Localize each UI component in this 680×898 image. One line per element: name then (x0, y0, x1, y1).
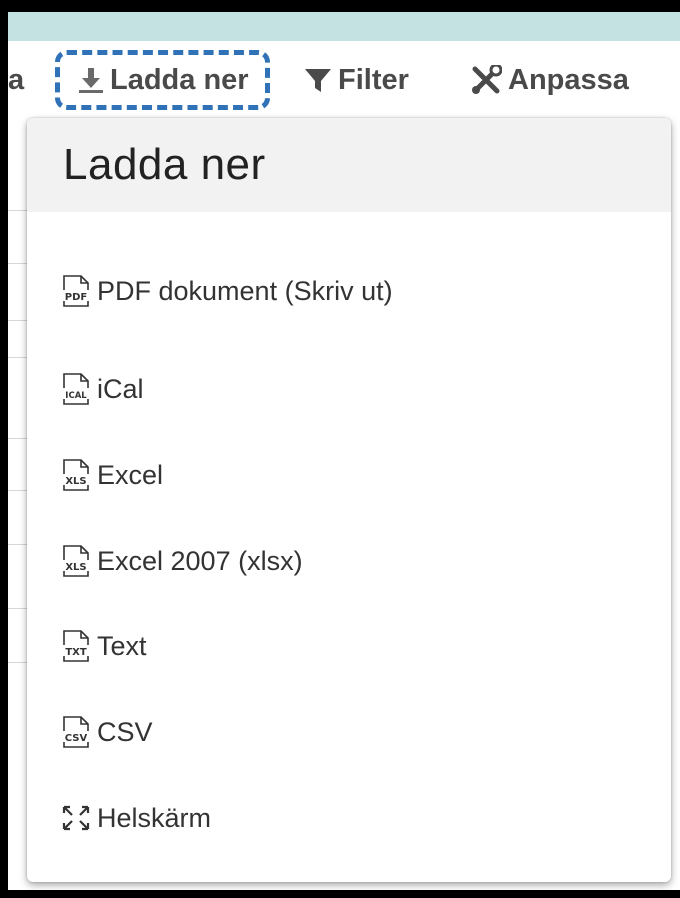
menu-item-excel-2007-label: Excel 2007 (xlsx) (97, 545, 303, 576)
menu-item-pdf-label: PDF dokument (Skriv ut) (97, 275, 393, 306)
xls-file-icon: XLS (62, 459, 90, 491)
menu-item-pdf[interactable]: PDF PDF dokument (Skriv ut) (61, 271, 393, 311)
svg-text:TXT: TXT (65, 647, 87, 658)
menu-item-text[interactable]: TXT Text (61, 626, 147, 666)
menu-item-fullscreen[interactable]: Helskärm (61, 798, 211, 838)
svg-text:XLS: XLS (65, 476, 86, 487)
svg-text:ICAL: ICAL (65, 391, 87, 401)
customize-button[interactable]: Anpassa (470, 41, 629, 119)
download-menu: Ladda ner PDF PDF dokument (Skriv ut) IC… (27, 118, 671, 882)
toolbar-item-partial[interactable]: a (8, 41, 24, 119)
menu-item-csv[interactable]: CSV CSV (61, 712, 153, 752)
menu-item-text-label: Text (97, 630, 147, 661)
menu-item-excel[interactable]: XLS Excel (61, 455, 163, 495)
customize-button-label: Anpassa (508, 63, 629, 96)
menu-item-excel-label: Excel (97, 459, 164, 490)
svg-text:XLS: XLS (65, 562, 86, 573)
toolbar: a Ladda ner Filter Anpassa (8, 41, 680, 119)
csv-file-icon: CSV (62, 716, 90, 748)
menu-item-excel-2007[interactable]: XLS Excel 2007 (xlsx) (61, 541, 303, 581)
filter-icon (304, 66, 332, 94)
menu-item-fullscreen-label: Helskärm (97, 802, 212, 833)
txt-file-icon: TXT (62, 630, 90, 662)
download-menu-title: Ladda ner (27, 118, 671, 212)
download-button-label: Ladda ner (110, 63, 249, 96)
svg-text:PDF: PDF (65, 292, 87, 303)
download-button[interactable]: Ladda ner (55, 50, 270, 110)
pdf-file-icon: PDF (62, 275, 90, 307)
menu-item-ical-label: iCal (97, 373, 144, 404)
menu-item-csv-label: CSV (97, 716, 153, 747)
menu-item-ical[interactable]: ICAL iCal (61, 369, 144, 409)
tools-icon (470, 65, 502, 95)
download-icon (78, 66, 104, 94)
fullscreen-icon (62, 805, 90, 831)
top-bar (8, 12, 680, 41)
svg-text:CSV: CSV (65, 733, 88, 744)
toolbar-partial-label: a (8, 63, 25, 96)
app-window: a Ladda ner Filter Anpassa Ladda ner PDF… (8, 12, 680, 890)
filter-button-label: Filter (338, 63, 409, 96)
ical-file-icon: ICAL (62, 373, 90, 405)
xls-file-icon: XLS (62, 545, 90, 577)
filter-button[interactable]: Filter (304, 41, 409, 119)
